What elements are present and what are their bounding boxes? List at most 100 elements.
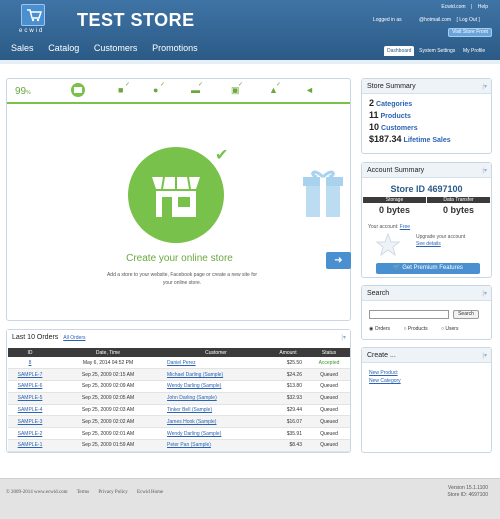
order-customer-link[interactable]: Wendy Darling (Sample) [164,427,268,441]
radio-users[interactable]: ○ Users [441,326,464,332]
nav-customers[interactable]: Customers [94,43,138,53]
categories-link[interactable]: Categories [376,101,412,108]
next-step-button[interactable]: ➜ [326,252,351,269]
table-row[interactable]: SAMPLE-5 Sep 25, 2009 02:05 AM John Darlin… [8,392,350,405]
col-amount[interactable]: Amount [268,348,308,357]
order-customer-link[interactable]: James Hook (Sample) [164,415,268,429]
table-row[interactable]: SAMPLE-4 Sep 25, 2009 02:03 AM Tinker Bell… [8,404,350,417]
payment-step-icon[interactable]: ▣ ✓ [231,82,243,96]
ecwid-link[interactable]: Ecwid.com [441,4,465,10]
logged-in-info: Logged in as @hotmail.com [ Log Out ] [373,17,480,23]
table-row[interactable]: SAMPLE-1 Sep 25, 2009 01:59 AM Peter Pan (… [8,439,350,452]
logo-text: ecwid [19,28,45,34]
store-front-icon [128,147,224,243]
col-customer[interactable]: Customer [164,348,268,357]
products-link[interactable]: Products [381,113,411,120]
create-panel: Create ... |▾ New Product New Category [361,347,492,453]
nav-sales[interactable]: Sales [11,43,34,53]
panel-options-icon[interactable]: |▾ [482,290,487,297]
upgrade-info: Upgrade your account See details [416,234,466,247]
last-orders-panel: Last 10 Orders All Orders |▾ ID Date, Ti… [6,329,351,453]
free-plan-link[interactable]: Free [400,224,410,230]
search-button[interactable]: Search [453,310,479,319]
store-step-icon[interactable] [71,83,85,99]
completed-check-icon: ✔ [215,147,229,164]
order-customer-link[interactable]: Daniel Perez [164,357,268,370]
summary-customers: 10 Customers [369,122,418,132]
order-id-link[interactable]: SAMPLE-5 [8,392,52,405]
order-amount: $32.93 [268,392,308,405]
order-id-link[interactable]: 8 [8,357,52,370]
order-status: Queued [308,404,350,417]
order-date: Sep 25, 2009 02:05 AM [52,392,164,405]
help-link[interactable]: Help [478,4,488,10]
see-details-link[interactable]: See details [416,241,441,247]
panel-options-icon[interactable]: |▾ [341,334,346,341]
transfer-cell: Data Transfer 0 bytes [427,197,490,221]
col-status[interactable]: Status [308,348,350,357]
panel-options-icon[interactable]: |▾ [482,167,487,174]
search-input[interactable] [369,310,449,319]
radio-orders[interactable]: ◉ Orders [369,326,396,332]
order-customer-link[interactable]: Tinker Bell (Sample) [164,404,268,417]
panel-options-icon[interactable]: |▾ [482,352,487,359]
order-id-link[interactable]: SAMPLE-2 [8,427,52,441]
footer-store-id: Store ID: 4697100 [447,492,488,498]
customers-link[interactable]: Customers [381,125,418,132]
order-customer-link[interactable]: John Darling (Sample) [164,392,268,405]
version-text: Version 15.1.1100 [448,485,488,491]
get-premium-button[interactable]: 🛒 Get Premium Features [376,263,480,274]
new-category-link[interactable]: New Category [369,378,401,384]
privacy-link[interactable]: Privacy Policy [98,490,127,495]
radio-products[interactable]: ○ Products [403,326,433,332]
store-summary-panel: Store Summary |▾ 2 Categories 11 Products … [361,78,492,154]
terms-link[interactable]: Terms [77,490,89,495]
launch-step-icon[interactable]: ▲ ✓ [269,82,281,95]
col-id[interactable]: ID [8,348,52,357]
order-customer-link[interactable]: Peter Pan (Sample) [164,439,268,452]
main-nav: Sales Catalog Customers Promotions [11,43,211,53]
order-customer-link[interactable]: Wendy Darling (Sample) [164,380,268,393]
nav-catalog[interactable]: Catalog [48,43,79,53]
table-row[interactable]: 8 May 6, 2014 04:52 PM Daniel Perez $25.50 A… [8,357,350,370]
arrow-right-icon: ➜ [334,255,343,266]
all-orders-link[interactable]: All Orders [63,335,85,341]
ecwid-home-link[interactable]: Ecwid Home [137,490,163,495]
create-header: Create ... |▾ [362,348,491,363]
logout-link[interactable]: [ Log Out ] [456,17,479,23]
order-id-link[interactable]: SAMPLE-4 [8,404,52,417]
order-id-link[interactable]: SAMPLE-7 [8,368,52,382]
orders-header: Last 10 Orders All Orders |▾ [7,330,350,345]
separator: | [471,4,473,10]
order-id-link[interactable]: SAMPLE-1 [8,439,52,452]
order-id-link[interactable]: SAMPLE-3 [8,415,52,429]
shipping-step-icon[interactable]: ▬ ✓ [191,82,203,95]
store-setup-wizard: 99% ■ ✓ ● ✓ ▬ ✓ ▣ ✓ ▲ ✓ ◄ ✔ Create your onlin… [6,78,351,321]
megaphone-step-icon[interactable]: ◄ [305,85,314,95]
panel-options-icon[interactable]: |▾ [482,83,487,90]
order-date: Sep 25, 2009 01:59 AM [52,439,164,452]
table-row[interactable]: SAMPLE-3 Sep 25, 2009 02:02 AM James Hook … [8,415,350,429]
order-amount: $13.80 [268,380,308,393]
visit-store-button[interactable]: Visit Store Front [448,28,492,37]
order-id-link[interactable]: SAMPLE-6 [8,380,52,393]
col-date[interactable]: Date, Time [52,348,164,357]
order-customer-link[interactable]: Michael Darling (Sample) [164,368,268,382]
tab-my-profile[interactable]: My Profile [460,46,488,56]
new-product-link[interactable]: New Product [369,370,398,376]
order-status: Queued [308,439,350,452]
table-row[interactable]: SAMPLE-2 Sep 25, 2009 02:01 AM Wendy Darli… [8,427,350,441]
nav-promotions[interactable]: Promotions [152,43,198,53]
products-step-icon[interactable]: ■ ✓ [118,82,130,95]
summary-products: 11 Products [369,110,411,120]
order-status: Queued [308,415,350,429]
tab-dashboard[interactable]: Dashboard [384,46,415,56]
tab-system-settings[interactable]: System Settings [416,46,458,56]
globe-step-icon[interactable]: ● ✓ [153,82,165,95]
store-id: Store ID 4697100 [390,184,463,194]
cart-icon [27,9,42,22]
ecwid-logo[interactable] [21,4,45,26]
table-row[interactable]: SAMPLE-7 Sep 25, 2009 02:15 AM Michael Dar… [8,368,350,382]
lifetime-sales-link[interactable]: Lifetime Sales [404,137,451,144]
table-row[interactable]: SAMPLE-6 Sep 25, 2009 02:09 AM Wendy Darli… [8,380,350,393]
